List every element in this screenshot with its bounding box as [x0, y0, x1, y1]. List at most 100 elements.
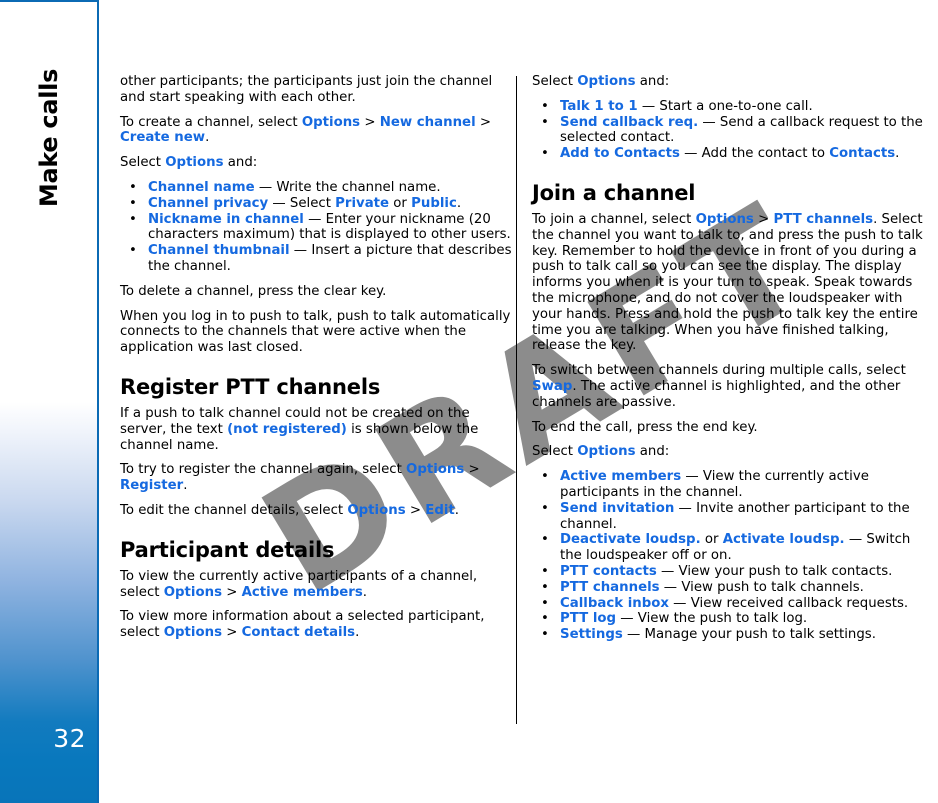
text-run: and: — [223, 155, 258, 171]
list-item: • PTT channels — View push to talk channe… — [532, 580, 924, 596]
link-add-to-contacts[interactable]: Add to Contacts — [560, 146, 680, 161]
paragraph-join: To join a channel, select Options > PTT … — [532, 212, 924, 354]
list-item: • Add to Contacts — Add the contact to Co… — [532, 146, 924, 162]
paragraph-select-options: Select Options and: — [532, 74, 924, 90]
text-run: and: — [635, 74, 670, 89]
text-run: Select — [120, 155, 166, 171]
text-run: — Select — [268, 195, 336, 211]
link-channel-name[interactable]: Channel name — [148, 180, 255, 195]
separator-gt: > — [409, 502, 422, 518]
link-options[interactable]: Options — [347, 503, 405, 518]
link-options[interactable]: Options — [406, 462, 464, 477]
bullet-marker: • — [541, 469, 549, 485]
link-send-callback-req[interactable]: Send callback req. — [560, 115, 698, 130]
bullet-marker: • — [129, 211, 137, 227]
text-run: To create a channel, select — [120, 114, 302, 130]
link-contact-details[interactable]: Contact details — [242, 625, 355, 640]
left-column: other participants; the participants jus… — [120, 74, 512, 650]
paragraph-register-1: If a push to talk channel could not be c… — [120, 406, 512, 453]
text-run: . — [362, 584, 367, 600]
bullet-marker: • — [541, 595, 549, 611]
link-not-registered: (not registered) — [227, 421, 347, 437]
link-options[interactable]: Options — [164, 625, 222, 640]
list-item: • Settings — Manage your push to talk set… — [532, 627, 924, 643]
heading-join-a-channel: Join a channel — [532, 180, 696, 205]
separator-gt: > — [226, 625, 238, 641]
paragraph-select-options: Select Options and: — [120, 155, 512, 171]
link-options[interactable]: Options — [302, 115, 360, 130]
text-run: . — [183, 478, 188, 494]
link-deactivate-loudsp[interactable]: Deactivate loudsp. — [560, 532, 701, 547]
link-options[interactable]: Options — [164, 585, 222, 600]
link-contacts[interactable]: Contacts — [829, 146, 895, 161]
heading-register-ptt-channels: Register PTT channels — [120, 374, 381, 399]
link-ptt-channels[interactable]: PTT channels — [560, 580, 660, 595]
link-register[interactable]: Register — [120, 478, 183, 493]
separator-gt: > — [479, 114, 492, 130]
bullet-marker: • — [541, 627, 549, 643]
list-item: • Callback inbox — View received callback… — [532, 596, 924, 612]
link-options[interactable]: Options — [165, 155, 223, 170]
text-run: To switch between channels during multip… — [532, 363, 906, 379]
bullet-marker: • — [129, 195, 137, 211]
chapter-sidebar: Make calls 32 — [0, 0, 99, 803]
bullet-marker: • — [541, 579, 549, 595]
column-divider — [516, 76, 517, 724]
channel-options-list: • Channel name — Write the channel name. … — [120, 180, 512, 275]
link-settings[interactable]: Settings — [560, 627, 623, 642]
link-talk-1-to-1[interactable]: Talk 1 to 1 — [560, 99, 638, 114]
text-run: . — [456, 195, 462, 211]
link-ptt-channels[interactable]: PTT channels — [773, 212, 873, 227]
link-ptt-contacts[interactable]: PTT contacts — [560, 564, 657, 579]
link-new-channel[interactable]: New channel — [380, 115, 476, 130]
separator-gt: > — [226, 584, 238, 600]
link-create-new[interactable]: Create new — [120, 130, 205, 145]
text-run: — Add the contact to — [679, 146, 830, 162]
link-send-invitation[interactable]: Send invitation — [560, 501, 674, 516]
body-content: other participants; the participants jus… — [120, 74, 938, 754]
paragraph-login: When you log in to push to talk, push to… — [120, 308, 511, 356]
link-active-members[interactable]: Active members — [560, 469, 681, 484]
bullet-marker: • — [541, 114, 549, 130]
link-private[interactable]: Private — [335, 196, 389, 211]
list-item: • PTT contacts — View your push to talk c… — [532, 564, 924, 580]
text-run: or — [389, 195, 412, 211]
link-public[interactable]: Public — [411, 196, 457, 211]
link-callback-inbox[interactable]: Callback inbox — [560, 596, 669, 611]
bullet-marker: • — [129, 243, 137, 259]
link-swap[interactable]: Swap — [532, 379, 572, 394]
link-nickname-in-channel[interactable]: Nickname in channel — [148, 212, 304, 227]
text-run: . — [454, 502, 459, 518]
text-run: . — [205, 130, 210, 146]
text-run: . Select the channel you want to talk to… — [532, 211, 923, 354]
separator-gt: > — [758, 211, 770, 227]
text-run: — Write the channel name. — [254, 179, 441, 195]
link-channel-privacy[interactable]: Channel privacy — [148, 196, 268, 211]
link-activate-loudsp[interactable]: Activate loudsp. — [723, 532, 845, 547]
link-edit[interactable]: Edit — [425, 503, 455, 518]
separator-gt: > — [468, 462, 480, 478]
paragraph-register-3: To edit the channel details, select Opti… — [120, 503, 512, 519]
right-column: Select Options and: • Talk 1 to 1 — Start… — [532, 74, 924, 652]
chapter-title: Make calls — [0, 32, 99, 252]
link-active-members[interactable]: Active members — [242, 585, 363, 600]
list-item: • Deactivate loudsp. or Activate loudsp. … — [532, 532, 924, 564]
link-options[interactable]: Options — [696, 212, 754, 227]
heading-participant-details: Participant details — [120, 537, 335, 562]
paragraph-create-channel: To create a channel, select Options > Ne… — [120, 115, 512, 147]
text-run: or — [700, 532, 723, 548]
link-ptt-log[interactable]: PTT log — [560, 611, 616, 626]
link-options[interactable]: Options — [577, 444, 635, 459]
text-run: — View the push to talk log. — [616, 611, 808, 627]
text-run: To try to register the channel again, se… — [120, 462, 407, 478]
text-run: To edit the channel details, select — [120, 502, 348, 518]
link-channel-thumbnail[interactable]: Channel thumbnail — [148, 243, 290, 258]
paragraph-participant-2: To view more information about a selecte… — [120, 609, 512, 641]
text-run: — Start a one-to-one call. — [637, 98, 813, 114]
text-run: Select — [532, 444, 578, 460]
paragraph-participant-1: To view the currently active participant… — [120, 569, 512, 601]
list-item: • Channel privacy — Select Private or Pub… — [120, 196, 512, 212]
text-run: — View push to talk channels. — [659, 579, 864, 595]
text-run: . — [895, 146, 900, 162]
link-options[interactable]: Options — [577, 74, 635, 89]
